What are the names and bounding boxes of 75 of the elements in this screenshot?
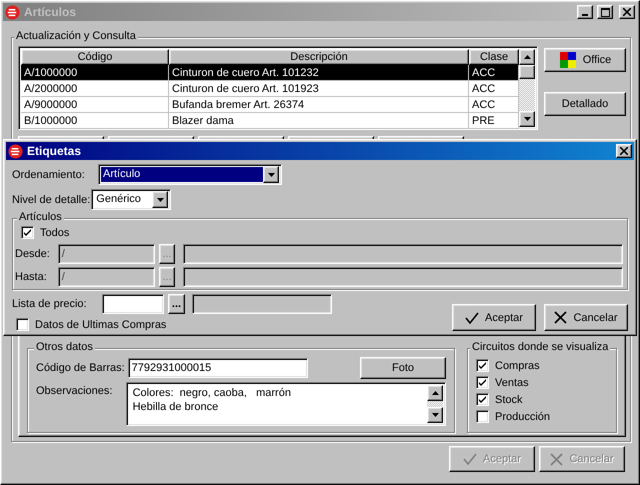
detail-dropdown[interactable]: Genérico	[91, 189, 172, 210]
down-arrow-icon	[268, 172, 274, 176]
barcode-field[interactable]: 7792931000015	[128, 358, 308, 378]
field-label: Nivel de detalle:	[12, 194, 90, 206]
photo-button[interactable]: Foto	[360, 357, 446, 379]
group-title: Artículos	[17, 211, 64, 223]
accept-button[interactable]: Aceptar	[452, 304, 536, 331]
group-title: Otros datos	[34, 341, 95, 353]
office-button[interactable]: Office	[544, 48, 626, 72]
puzzle-icon	[558, 51, 577, 69]
table-cell[interactable]: PRE	[469, 113, 519, 129]
checkmark-icon	[465, 312, 480, 324]
maximize-button[interactable]	[597, 5, 613, 19]
notes-field[interactable]: Colores: negro, caoba, marrón Hebilla de bronce	[126, 382, 446, 426]
checkbox-label: Todos	[40, 226, 70, 238]
checkbox-label: Datos de Ultimas Compras	[35, 318, 166, 330]
checkbox[interactable]	[476, 359, 489, 372]
window-title: Artículos	[24, 5, 78, 19]
checkbox-label: Ventas	[495, 376, 529, 388]
detail-button[interactable]: Detallado	[544, 92, 626, 116]
field-label: Código de Barras:	[36, 362, 125, 374]
down-arrow-icon	[432, 413, 438, 417]
group-title: Actualización y Consulta	[14, 30, 138, 42]
browse-button[interactable]: ...	[168, 294, 185, 314]
table-cell[interactable]: A/2000000	[21, 81, 169, 97]
table-cell[interactable]: Blazer dama	[169, 113, 469, 129]
scrollbar[interactable]	[427, 385, 443, 423]
price-list-field[interactable]	[102, 294, 164, 314]
table-cell[interactable]: A/9000000	[21, 97, 169, 113]
checkbox-label: Compras	[495, 360, 540, 372]
close-button[interactable]	[619, 5, 635, 19]
column-header[interactable]: Descripción	[169, 49, 469, 65]
checkbox-label: Stock	[495, 394, 523, 406]
column-header[interactable]: Código	[21, 49, 169, 65]
field-label: Lista de precio:	[12, 298, 88, 310]
close-button[interactable]	[616, 144, 632, 158]
column-header[interactable]: Clase	[469, 49, 519, 65]
down-arrow-icon	[156, 198, 164, 202]
checkbox[interactable]	[16, 318, 29, 331]
checkbox[interactable]	[476, 410, 489, 423]
close-icon	[623, 8, 631, 16]
group-title: Circuitos donde se visualiza	[470, 341, 610, 353]
field-label: Hasta:	[15, 271, 48, 283]
up-arrow-icon	[524, 55, 530, 59]
checkbox[interactable]	[476, 393, 489, 406]
table-cell[interactable]: B/1000000	[21, 113, 169, 129]
scrollbar[interactable]	[519, 49, 535, 127]
maximize-icon	[600, 8, 610, 16]
field-label: Desde:	[15, 248, 51, 260]
scroll-thumb[interactable]	[519, 65, 535, 79]
field-label: Ordenamiento:	[12, 168, 86, 180]
table-cell[interactable]: ACC	[469, 81, 519, 97]
app-logo-icon	[5, 4, 20, 20]
table-cell[interactable]: ACC	[469, 65, 519, 81]
checkbox[interactable]	[476, 376, 489, 389]
x-icon	[550, 452, 564, 466]
sort-dropdown[interactable]: Artículo	[98, 164, 282, 185]
table-cell[interactable]: Cinturon de cuero Art. 101232	[169, 65, 469, 81]
checkbox-label: Producción	[495, 410, 550, 422]
field-label: Observaciones:	[36, 384, 114, 397]
dialog-title: Etiquetas	[27, 144, 82, 158]
x-icon	[554, 311, 568, 324]
down-arrow-icon	[524, 117, 530, 121]
table-cell[interactable]: Cinturon de cuero Art. 101923	[169, 81, 469, 97]
up-arrow-icon	[432, 391, 438, 395]
app-logo-icon	[8, 144, 23, 158]
checkmark-icon	[463, 453, 478, 465]
close-icon	[620, 147, 628, 155]
minimize-button[interactable]	[577, 5, 593, 19]
table-cell[interactable]: ACC	[469, 97, 519, 113]
table-cell[interactable]: A/1000000	[21, 65, 169, 81]
checkbox[interactable]	[21, 226, 34, 239]
checkmark-icon	[23, 228, 32, 237]
cancel-button[interactable]: Cancelar	[544, 304, 628, 331]
table-cell[interactable]: Bufanda bremer Art. 26374	[169, 97, 469, 113]
